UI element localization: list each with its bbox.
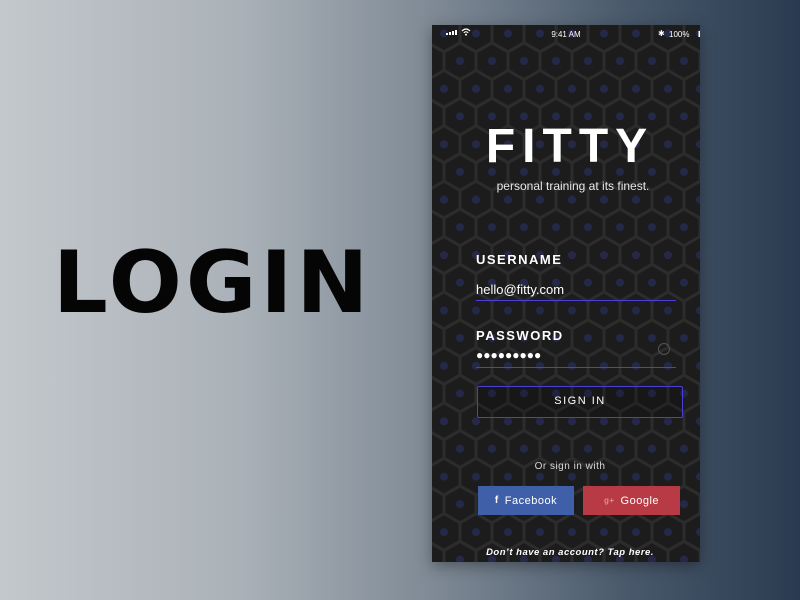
battery-icon bbox=[698, 31, 700, 37]
app-logo: FITTY bbox=[485, 120, 655, 173]
google-label: Google bbox=[620, 494, 660, 507]
username-value: hello@fitty.com bbox=[476, 282, 565, 297]
facebook-icon: f bbox=[494, 495, 499, 506]
password-value: ●●●●●●●●● bbox=[476, 348, 542, 362]
password-field[interactable]: ●●●●●●●●● bbox=[476, 345, 676, 368]
battery-percent: 100% bbox=[669, 30, 690, 39]
signup-link[interactable]: Don’t have an account? Tap here. bbox=[432, 547, 700, 558]
sign-in-button[interactable]: SIGN IN bbox=[477, 386, 683, 418]
password-label: PASSWORD bbox=[476, 328, 564, 343]
phone-screen: 9:41 AM ✱ 100% FITTY personal training a… bbox=[432, 25, 700, 562]
status-bar: 9:41 AM ✱ 100% bbox=[432, 25, 700, 43]
show-password-icon[interactable] bbox=[658, 343, 670, 355]
username-label: USERNAME bbox=[476, 252, 563, 267]
social-prompt: Or sign in with bbox=[534, 461, 606, 472]
username-field[interactable]: hello@fitty.com bbox=[476, 278, 676, 301]
google-button[interactable]: g+ Google bbox=[583, 486, 680, 515]
bluetooth-icon: ✱ bbox=[658, 29, 665, 38]
app-tagline: personal training at its finest. bbox=[496, 179, 650, 193]
page-heading: LOGIN bbox=[53, 233, 373, 333]
facebook-button[interactable]: f Facebook bbox=[478, 486, 574, 515]
facebook-label: Facebook bbox=[504, 494, 558, 507]
google-plus-icon: g+ bbox=[603, 496, 615, 505]
